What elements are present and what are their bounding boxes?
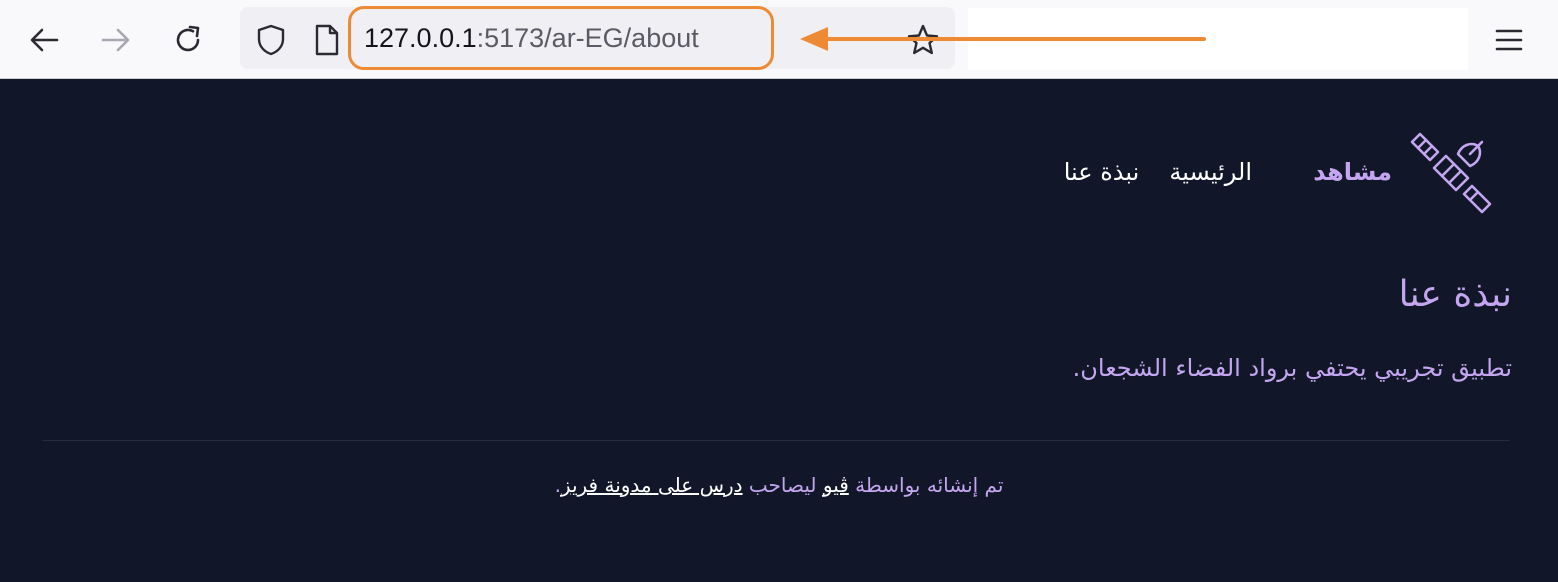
footer-middle: ليصاحب bbox=[748, 473, 817, 497]
back-button[interactable] bbox=[24, 20, 64, 60]
reload-button[interactable] bbox=[168, 20, 208, 60]
nav-link-about[interactable]: نبذة عنا bbox=[1064, 154, 1140, 190]
page-content: مشاهد الرئيسية نبذة عنا نبذة عنا تطبيق ت… bbox=[0, 80, 1558, 582]
site-name[interactable]: مشاهد bbox=[1313, 154, 1392, 190]
shield-icon[interactable] bbox=[254, 23, 288, 57]
hamburger-menu-icon bbox=[1495, 29, 1523, 51]
page-title: نبذة عنا bbox=[1398, 274, 1512, 315]
footer-link-vue[interactable]: ڤيو bbox=[823, 473, 849, 497]
footer-prefix: تم إنشائه بواسطة bbox=[855, 473, 1004, 497]
back-arrow-icon bbox=[30, 28, 59, 52]
menu-button[interactable] bbox=[1488, 20, 1530, 60]
main-nav: الرئيسية نبذة عنا bbox=[1064, 154, 1252, 190]
forward-button[interactable] bbox=[96, 20, 136, 60]
footer-link-tutorial[interactable]: درس على مدونة فريز bbox=[561, 473, 743, 497]
page-description: تطبيق تجريبي يحتفي برواد الفضاء الشجعان. bbox=[1072, 354, 1512, 382]
arrow-annotation bbox=[800, 27, 1206, 51]
page-icon bbox=[310, 23, 344, 57]
footer: تم إنشائه بواسطة ڤيو ليصاحب درس على مدون… bbox=[0, 470, 1558, 500]
footer-divider bbox=[43, 440, 1510, 441]
browser-toolbar: 127.0.0.1:5173/ar-EG/about bbox=[0, 0, 1558, 79]
reload-icon bbox=[176, 25, 200, 52]
url-highlight-annotation bbox=[348, 6, 774, 70]
forward-arrow-icon bbox=[101, 28, 130, 52]
satellite-icon[interactable] bbox=[1408, 130, 1494, 216]
nav-link-home[interactable]: الرئيسية bbox=[1169, 154, 1252, 190]
